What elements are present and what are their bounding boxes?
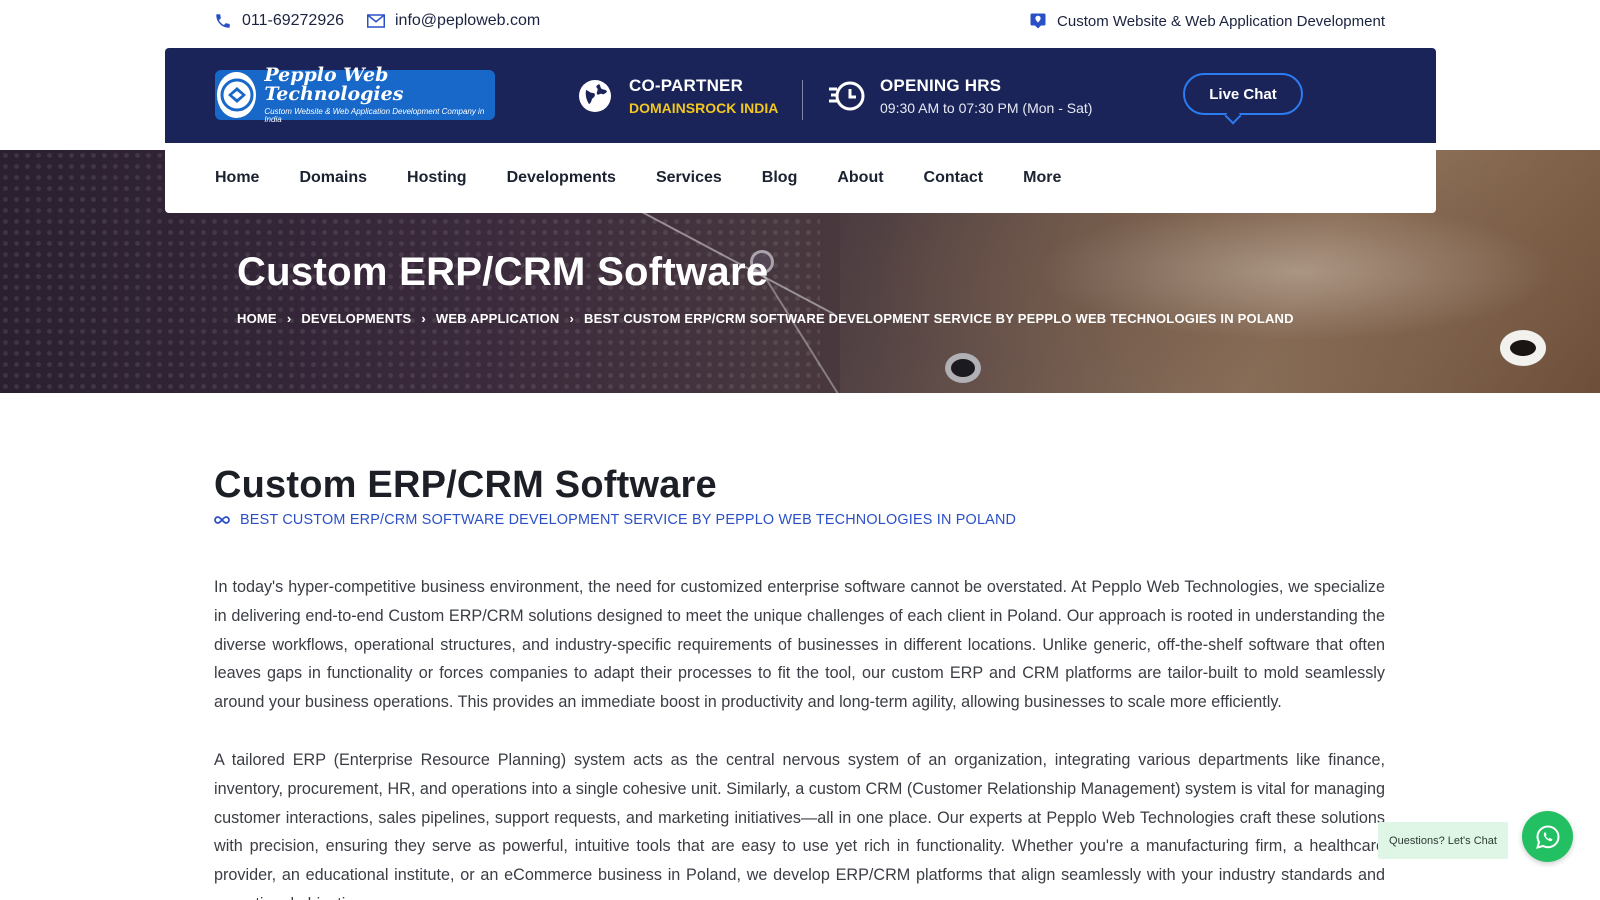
email-icon [367,14,385,28]
nav-developments[interactable]: Developments [507,169,616,187]
copartner-value[interactable]: DOMAINSROCK INDIA [629,100,778,116]
site-logo[interactable]: Pepplo Web Technologies Custom Website &… [215,66,495,124]
questions-chat-label: Questions? Let's Chat [1389,834,1497,847]
globe-icon [579,80,611,112]
nav-home[interactable]: Home [215,169,259,187]
opening-hours-block: OPENING HRS 09:30 AM to 07:30 PM (Mon - … [828,76,1092,116]
hours-value: 09:30 AM to 07:30 PM (Mon - Sat) [880,100,1093,116]
hero-coffee-cup [945,353,981,383]
location-pin-icon [1030,13,1046,29]
hero-title: Custom ERP/CRM Software [237,250,769,294]
nav-about[interactable]: About [837,169,883,187]
nav-domains[interactable]: Domains [299,169,367,187]
copartner-label: CO-PARTNER [629,76,744,95]
copartner-block: CO-PARTNER DOMAINSROCK INDIA [577,76,778,116]
whatsapp-icon [1535,824,1560,849]
clock-icon [829,81,865,111]
phone-icon [216,14,230,28]
hours-label: OPENING HRS [880,76,1002,95]
top-bar: 011-69272926 info@peploweb.com Custom We… [0,0,1600,47]
breadcrumb-developments[interactable]: DEVELOPMENTS [301,311,411,326]
infinity-icon [214,516,230,524]
logo-tagline: Custom Website & Web Application Develop… [264,107,485,124]
chevron-right-icon: › [421,311,426,326]
email-address: info@peploweb.com [395,12,541,29]
paragraph: A tailored ERP (Enterprise Resource Plan… [214,751,1385,900]
nav-hosting[interactable]: Hosting [407,169,467,187]
questions-chat-button[interactable]: Questions? Let's Chat [1378,822,1508,859]
hero-coffee-cup [1500,330,1546,366]
breadcrumb-current: BEST CUSTOM ERP/CRM SOFTWARE DEVELOPMENT… [584,311,1294,326]
live-chat-button[interactable]: Live Chat [1183,73,1303,125]
top-phone[interactable]: 011-69272926 [214,12,344,30]
chevron-right-icon: › [286,311,292,326]
paragraph: In today's hyper-competitive business en… [214,578,1385,712]
breadcrumb-web-application[interactable]: WEB APPLICATION [436,311,560,326]
live-chat-label: Live Chat [1209,85,1277,103]
nav-more[interactable]: More [1023,169,1061,187]
site-header: Pepplo Web Technologies Custom Website &… [165,48,1436,143]
subtitle-text: BEST CUSTOM ERP/CRM SOFTWARE DEVELOPMENT… [240,512,1017,528]
nav-blog[interactable]: Blog [762,169,798,187]
breadcrumb-home[interactable]: HOME [237,311,277,326]
main-nav: Home Domains Hosting Developments Servic… [165,143,1436,213]
logo-badge-icon [217,72,257,118]
header-divider [802,80,803,120]
breadcrumb: HOME › DEVELOPMENTS › WEB APPLICATION › … [237,311,1294,326]
nav-contact[interactable]: Contact [924,169,984,187]
page-title: Custom ERP/CRM Software [214,464,717,506]
whatsapp-button[interactable] [1522,811,1573,862]
nav-services[interactable]: Services [656,169,722,187]
chevron-right-icon: › [569,311,575,326]
logo-name: Pepplo Web Technologies [264,64,404,105]
page-subtitle: BEST CUSTOM ERP/CRM SOFTWARE DEVELOPMENT… [214,512,1016,528]
tagline-text: Custom Website & Web Application Develop… [1057,12,1385,30]
phone-number: 011-69272926 [242,12,345,29]
speech-tail-icon [1224,107,1242,125]
top-tagline: Custom Website & Web Application Develop… [1029,12,1385,30]
top-email[interactable]: info@peploweb.com [367,12,540,30]
